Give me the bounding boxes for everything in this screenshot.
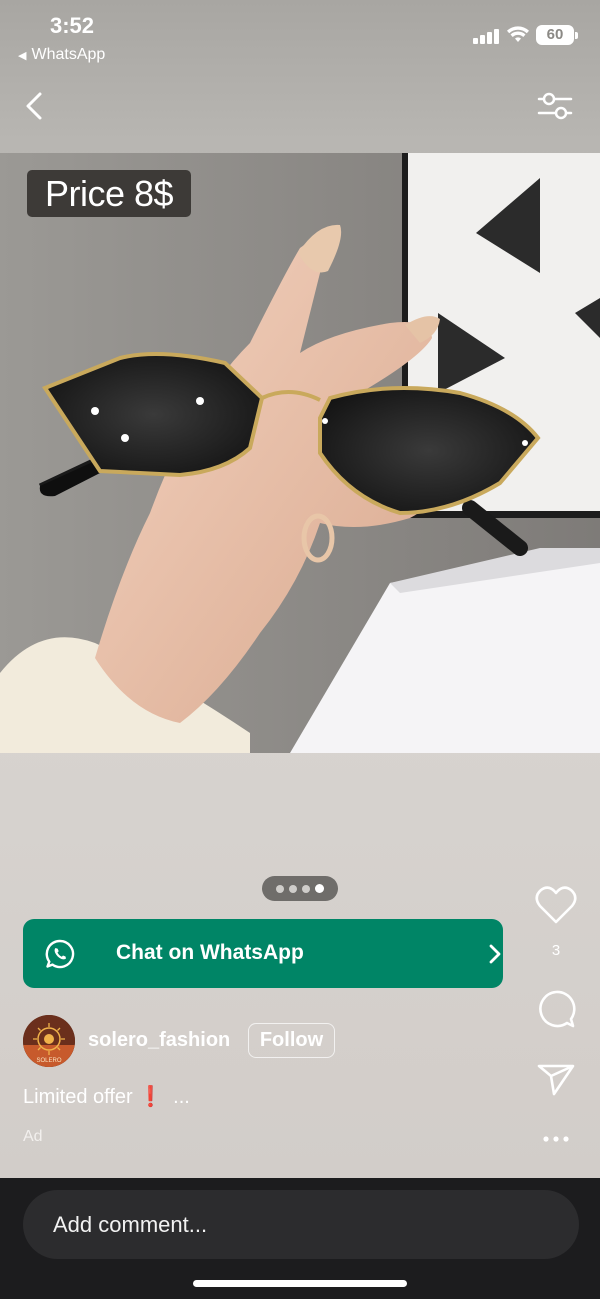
carousel-dot [289,884,297,893]
chat-on-whatsapp-button[interactable]: Chat on WhatsApp [23,919,503,988]
status-bar: 3:52 ◀ WhatsApp 60 [0,0,600,70]
status-time: 3:52 [50,13,95,38]
chevron-right-icon [489,944,501,964]
signal-icon [473,28,501,44]
comment-bubble-icon[interactable] [534,987,578,1031]
chevron-left-icon[interactable] [18,88,52,124]
carousel-dot [276,884,284,893]
whatsapp-icon [45,939,75,969]
ad-label: Ad [23,1128,43,1145]
cta-label: Chat on WhatsApp [116,941,304,964]
follow-button[interactable]: Follow [248,1023,335,1058]
account-username[interactable]: solero_fashion [88,1029,230,1052]
back-triangle-icon: ◀ [18,50,27,62]
like-count: 3 [551,942,561,959]
carousel-dot [302,884,310,893]
solero-logo: SOLERO [23,1015,75,1067]
add-comment-input[interactable] [23,1190,579,1259]
carousel-dot-active [315,884,324,893]
caption-text: Limited offer ❗ [23,1086,164,1108]
post-image[interactable] [0,153,600,753]
back-to-app-link[interactable]: ◀ WhatsApp [18,46,105,64]
send-paper-plane-icon[interactable] [534,1056,578,1100]
filter-sliders-icon[interactable] [536,88,574,124]
avatar[interactable]: SOLERO [23,1015,75,1067]
wifi-icon [507,26,529,42]
price-tag: Price 8$ [27,170,191,217]
back-to-app-label: WhatsApp [31,46,106,63]
comment-bar [0,1178,600,1299]
post-caption[interactable]: Limited offer ❗... [23,1084,190,1109]
more-dots-icon[interactable] [534,1118,578,1158]
battery-icon: 60 [536,25,578,45]
avatar-text: SOLERO [36,1058,61,1064]
heart-icon[interactable] [534,884,578,928]
sunglasses-photo [0,153,600,753]
home-indicator[interactable] [193,1280,407,1287]
caption-more[interactable]: ... [173,1086,190,1108]
carousel-indicator [262,876,338,901]
